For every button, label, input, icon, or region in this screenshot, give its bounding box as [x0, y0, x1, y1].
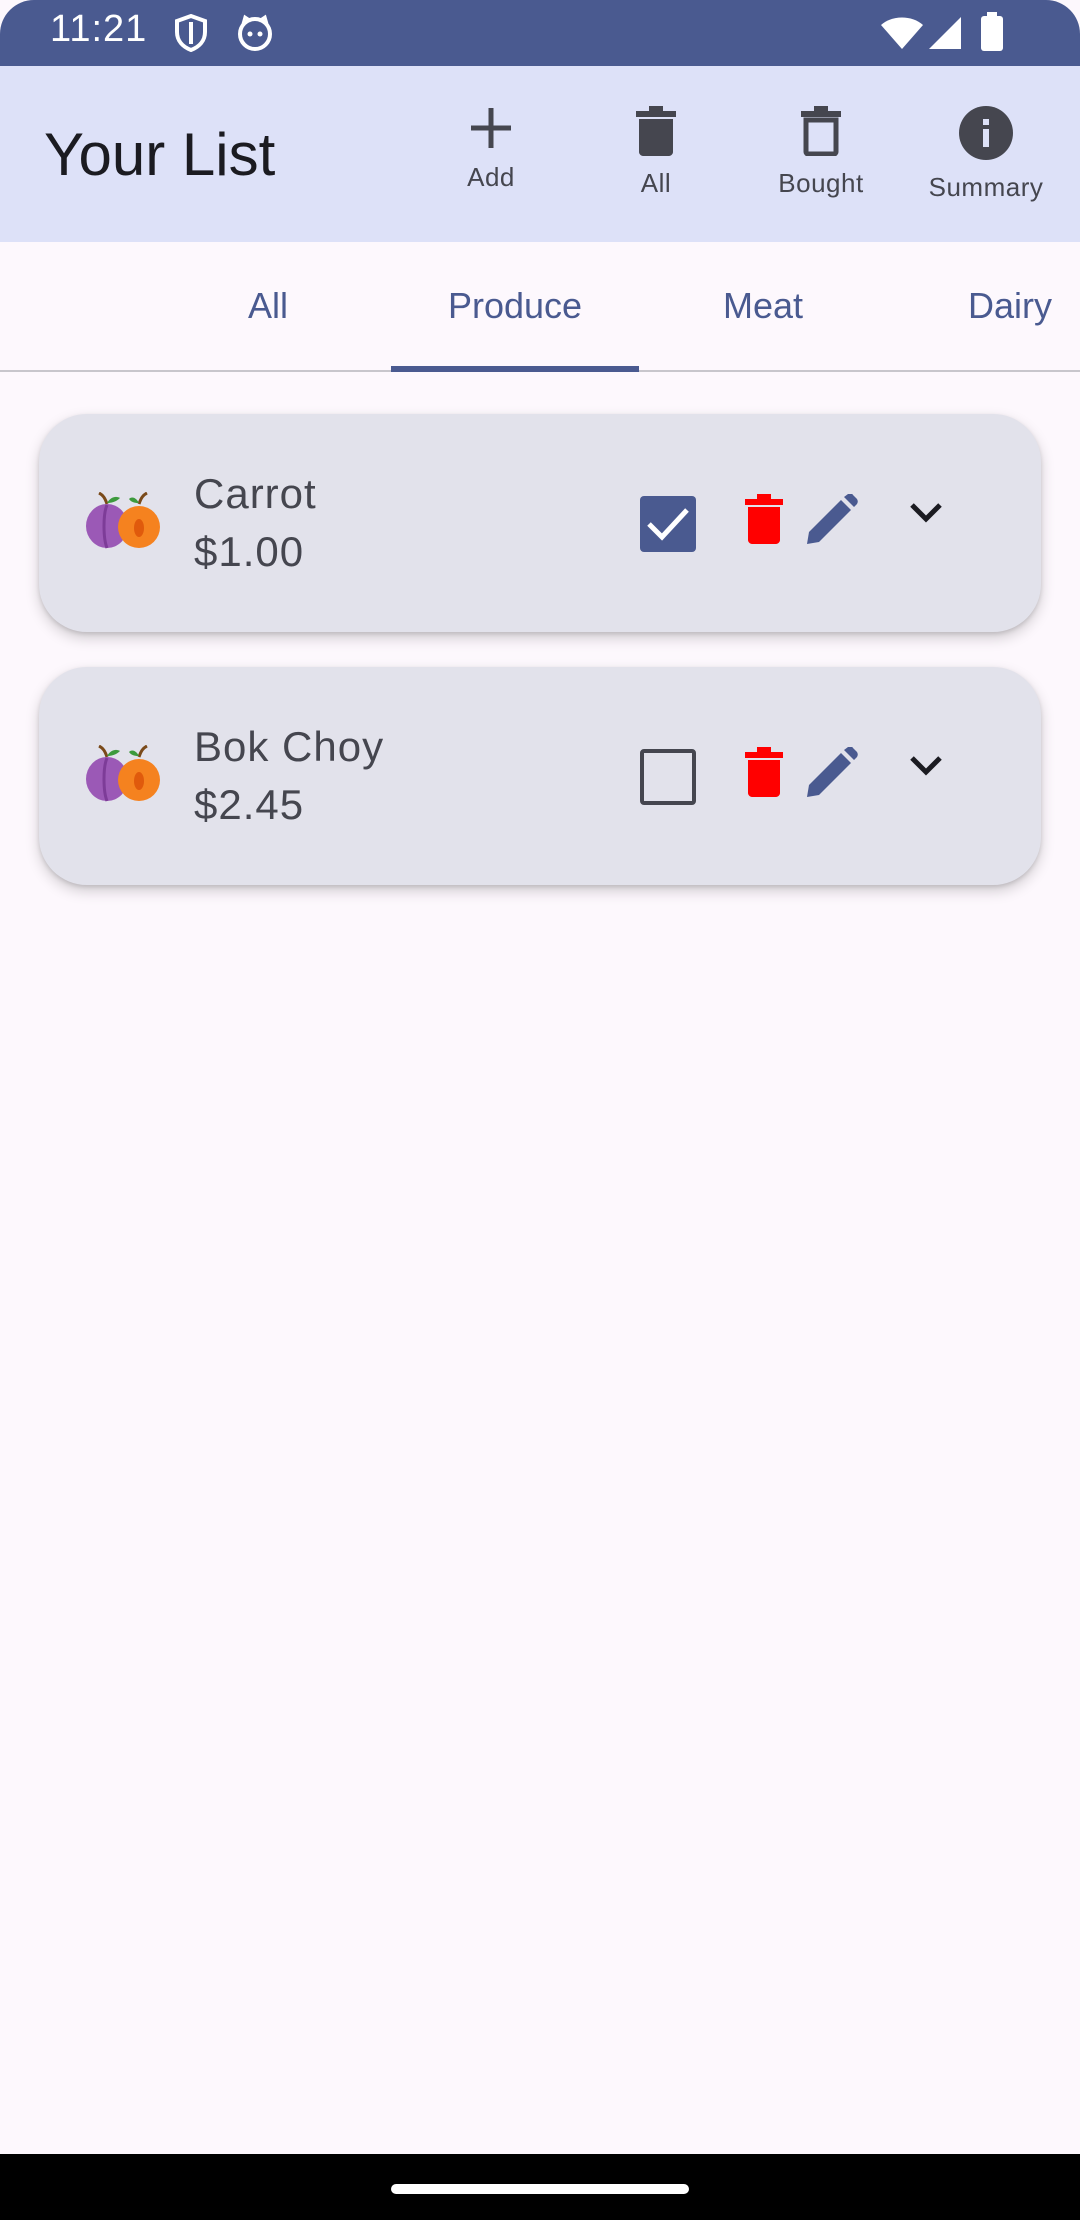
chevron-down-icon [910, 503, 942, 523]
shield-icon [174, 13, 208, 57]
delete-all-label: All [640, 168, 672, 198]
app-bar: Your List Add All Bought Summary [0, 66, 1080, 242]
trash-icon [745, 747, 783, 797]
tab-produce[interactable]: Produce [391, 242, 639, 372]
summary-button[interactable]: Summary [906, 106, 1066, 216]
chevron-down-icon [910, 756, 942, 776]
delete-item-button[interactable] [745, 747, 783, 802]
fruit-emoji-icon [85, 744, 161, 808]
tab-selected-indicator [391, 366, 639, 372]
plus-icon [471, 108, 511, 148]
bought-checkbox[interactable] [640, 749, 696, 805]
item-price: $1.00 [194, 528, 305, 575]
add-button-label: Add [467, 162, 515, 192]
home-gesture-handle[interactable] [391, 2184, 689, 2194]
trash-icon [745, 494, 783, 544]
tab-meat[interactable]: Meat [639, 242, 887, 372]
delete-bought-button[interactable]: Bought [741, 106, 901, 216]
page-title: Your List [44, 121, 276, 188]
item-name: Carrot [194, 470, 317, 517]
item-price: $2.45 [194, 781, 305, 828]
cell-signal-icon [928, 16, 962, 55]
expand-item-button[interactable] [909, 755, 943, 782]
status-bar: 11:21 [0, 0, 1080, 66]
category-tabs: All Produce Meat Dairy [0, 242, 1080, 372]
list-item[interactable]: Bok Choy $2.45 [39, 667, 1041, 885]
add-button[interactable]: Add [411, 106, 571, 216]
tab-all[interactable]: All [144, 242, 392, 372]
tab-dairy[interactable]: Dairy [886, 242, 1080, 372]
status-time: 11:21 [50, 8, 148, 50]
fruit-emoji-icon [85, 491, 161, 555]
delete-bought-label: Bought [778, 168, 864, 198]
delete-item-button[interactable] [745, 494, 783, 549]
cat-face-icon [236, 14, 274, 57]
checkmark-icon [647, 508, 689, 541]
edit-item-button[interactable] [805, 746, 859, 804]
pencil-icon [807, 493, 858, 544]
edit-item-button[interactable] [805, 493, 859, 551]
info-icon [959, 106, 1013, 160]
bought-checkbox[interactable] [640, 496, 696, 552]
battery-icon [980, 12, 1004, 57]
delete-all-button[interactable]: All [576, 106, 736, 216]
list-item[interactable]: Carrot $1.00 [39, 414, 1041, 632]
pencil-icon [807, 746, 858, 797]
expand-item-button[interactable] [909, 502, 943, 529]
wifi-icon [880, 16, 924, 55]
system-nav-bar [0, 2154, 1080, 2220]
item-name: Bok Choy [194, 723, 385, 770]
trash-outline-icon [801, 106, 841, 156]
summary-label: Summary [928, 172, 1044, 202]
trash-filled-icon [636, 106, 676, 156]
